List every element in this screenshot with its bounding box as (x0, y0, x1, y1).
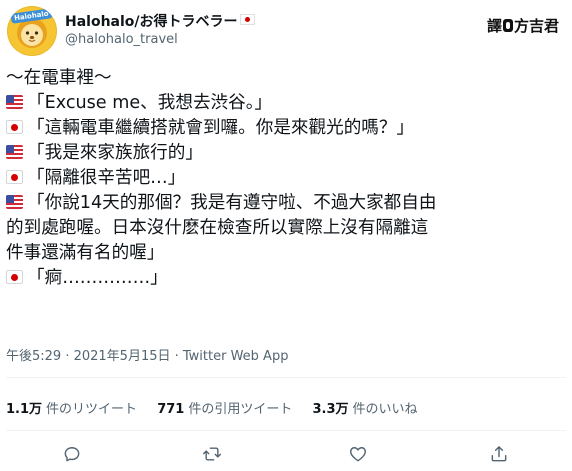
tweet-line-text: 「我是來家族旅行的」 (27, 143, 203, 163)
display-name-text: Halohalo/お得トラベラー (65, 14, 238, 30)
tweet-line-text: ～在電車裡～ (6, 68, 112, 88)
seal-icon (502, 19, 513, 32)
tweet-line-text: 「隔離很辛苦吧…」 (27, 168, 186, 188)
quote-count-label: 件の引用ツイート (188, 402, 293, 417)
like-count-label: 件のいいね (352, 402, 418, 417)
retweet-count-label: 件のリツイート (46, 402, 138, 417)
tweet-line: 「我是來家族旅行的」 (6, 141, 566, 166)
like-count-value: 3.3万 (312, 402, 349, 417)
share-icon (491, 446, 507, 462)
like-button[interactable] (345, 441, 371, 467)
display-name[interactable]: Halohalo/お得トラベラー (65, 11, 255, 31)
tweet-line-text: 的到處跑喔。日本沒什麽在檢查所以實際上沒有隔離這 (6, 218, 429, 238)
japan-flag-icon (6, 170, 23, 184)
tweet-line: 「痾……………」 (6, 266, 566, 291)
divider (6, 430, 566, 431)
tweet-line: 「這輛電車繼續搭就會到囉。你是來觀光的嗎？」 (6, 116, 566, 141)
avatar[interactable]: Halohalo (7, 6, 57, 56)
tweet-line: 「隔離很辛苦吧…」 (6, 166, 566, 191)
like-icon (350, 447, 366, 462)
translator-name: 方吉君 (513, 17, 559, 35)
quote-count-value: 771 (157, 402, 185, 417)
reply-icon (64, 447, 80, 462)
like-count[interactable]: 3.3万 件のいいね (312, 398, 417, 417)
tweet-line: 件事還滿有名的喔」 (6, 241, 566, 266)
engagement-stats: 1.1万 件のリツイート 771 件の引用ツイート 3.3万 件のいいね (6, 398, 434, 417)
translator-credit: 譯方吉君 (487, 15, 559, 36)
japan-flag-icon (6, 120, 23, 134)
retweet-button[interactable] (199, 441, 225, 467)
tweet-line-text: 「這輛電車繼續搭就會到囉。你是來觀光的嗎？」 (27, 118, 415, 138)
us-flag-icon (6, 145, 23, 159)
tweet-timestamp[interactable]: 午後5:29 · 2021年5月15日 · Twitter Web App (6, 345, 288, 364)
reply-button[interactable] (59, 441, 85, 467)
us-flag-icon (6, 195, 23, 209)
tweet-line: 「Excuse me、我想去渋谷。」 (6, 91, 566, 116)
retweet-count[interactable]: 1.1万 件のリツイート (6, 398, 137, 417)
tweet-line: 「你說14天的那個？我是有遵守啦、不過大家都自由 (6, 191, 566, 216)
retweet-count-value: 1.1万 (6, 402, 43, 417)
tweet-line-text: 件事還滿有名的喔」 (6, 243, 165, 263)
tweet-text: ～在電車裡～ 「Excuse me、我想去渋谷。」「這輛電車繼續搭就會到囉。你是來… (6, 66, 566, 291)
retweet-icon (202, 447, 222, 461)
us-flag-icon (6, 95, 23, 109)
japan-flag-icon (239, 14, 255, 25)
tweet-line-text: 「你說14天的那個？我是有遵守啦、不過大家都自由 (27, 193, 437, 213)
tweet-line-text: 「Excuse me、我想去渋谷。」 (27, 93, 273, 113)
user-handle[interactable]: @halohalo_travel (65, 32, 178, 47)
translator-prefix: 譯 (486, 17, 502, 35)
tweet-line: 的到處跑喔。日本沒什麽在檢查所以實際上沒有隔離這 (6, 216, 566, 241)
tweet-line: ～在電車裡～ (6, 66, 566, 91)
japan-flag-icon (6, 270, 23, 284)
tweet-actions (0, 441, 572, 467)
divider (6, 377, 566, 378)
share-button[interactable] (486, 441, 512, 467)
tweet-line-text: 「痾……………」 (27, 268, 168, 288)
tweet-header: Halohalo Halohalo/お得トラベラー @halohalo_trav… (7, 6, 567, 58)
quote-count[interactable]: 771 件の引用ツイート (157, 398, 292, 417)
